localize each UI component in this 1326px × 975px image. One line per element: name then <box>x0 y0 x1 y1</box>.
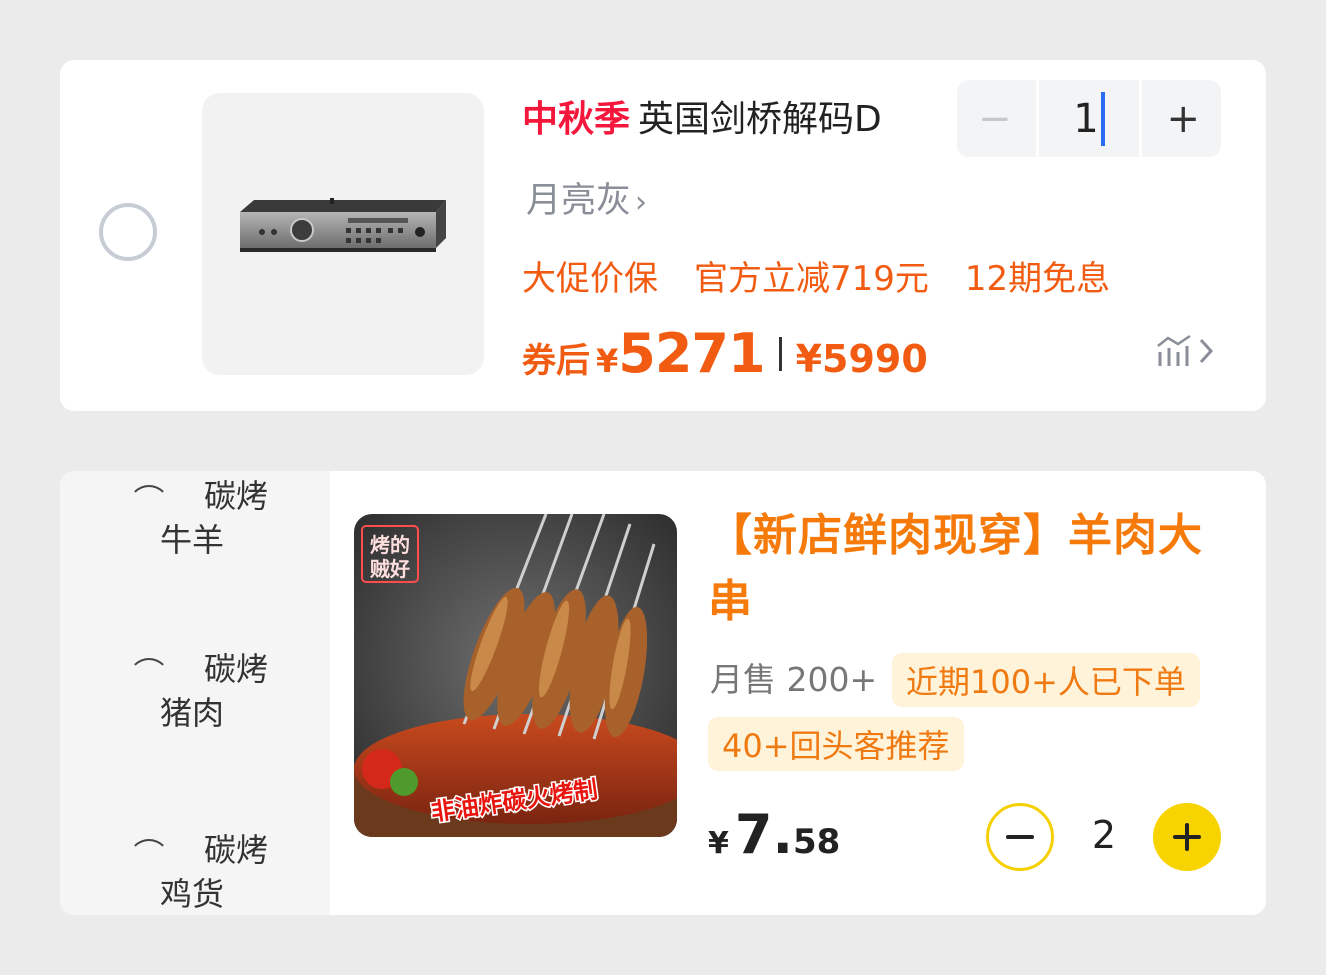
lamb-skewers-illustration: 烤的 贼好 非油炸碳火烤制 <box>354 514 677 837</box>
svg-text:贼好: 贼好 <box>369 557 410 581</box>
currency-symbol: ¥ <box>596 342 619 380</box>
cart-item-card: 中秋季 英国剑桥解码D − 1 + 月亮灰 › 大促价保 官方立减719元 12期免… <box>60 60 1266 411</box>
currency-symbol: ¥ <box>708 826 729 861</box>
repeat-customer-badge: 40+回头客推荐 <box>708 717 964 771</box>
price-trend-button[interactable] <box>1156 334 1214 368</box>
promotion-item: 大促价保 <box>522 259 658 299</box>
promotion-list: 大促价保 官方立减719元 12期免息 <box>522 251 1110 300</box>
category-item[interactable]: 碳烤 猪肉 <box>60 650 330 742</box>
category-sidebar: 碳烤 牛羊 碳烤 猪肉 碳烤 鸡货 <box>60 471 330 915</box>
monthly-sales: 月售 200+ <box>710 660 878 699</box>
category-label-line2: 猪肉 <box>160 694 225 732</box>
quantity-stepper: 2 <box>986 803 1221 871</box>
dac-device-illustration <box>240 198 446 252</box>
price-integer: 7. <box>734 803 793 866</box>
category-label-line1: 碳烤 <box>204 477 269 515</box>
spec-value: 月亮灰 <box>526 181 632 221</box>
product-name: 英国剑桥解码D <box>638 99 882 140</box>
decrease-button[interactable]: − <box>957 80 1032 157</box>
text-caret <box>1100 91 1105 146</box>
category-label-line2: 鸡货 <box>160 875 225 913</box>
promotion-item: 12期免息 <box>964 259 1111 299</box>
increase-button[interactable]: + <box>1146 80 1221 157</box>
category-label-line2: 牛羊 <box>160 521 225 559</box>
svg-text:烤的: 烤的 <box>370 533 410 557</box>
increase-button[interactable] <box>1153 803 1221 871</box>
quantity-value: 2 <box>1091 813 1117 857</box>
promo-tag: 中秋季 <box>522 99 631 140</box>
plus-icon <box>1173 823 1201 851</box>
food-image[interactable]: 烤的 贼好 非油炸碳火烤制 <box>354 514 677 837</box>
product-image[interactable] <box>202 93 484 375</box>
category-item[interactable]: 碳烤 牛羊 <box>60 477 330 569</box>
product-title[interactable]: 中秋季 英国剑桥解码D <box>522 96 942 144</box>
select-checkbox[interactable] <box>99 203 157 261</box>
decrease-button[interactable] <box>986 803 1054 871</box>
food-price: ¥ 7. 58 <box>708 803 840 866</box>
coupon-price: 5271 <box>618 322 765 385</box>
spec-selector[interactable]: 月亮灰 › <box>526 172 647 223</box>
original-price: ¥5990 <box>795 337 928 381</box>
menu-card: 碳烤 牛羊 碳烤 猪肉 碳烤 鸡货 烤的 贼好 非油炸碳火烤制 【新店鲜肉现穿】… <box>60 471 1266 915</box>
chevron-right-icon <box>1199 338 1214 364</box>
chevron-right-icon: › <box>635 185 648 220</box>
quantity-stepper: − 1 + <box>957 80 1221 157</box>
food-title[interactable]: 【新店鲜肉现穿】羊肉大串 <box>708 503 1228 635</box>
quantity-value: 1 <box>1073 95 1099 142</box>
price-decimal: 58 <box>792 822 841 862</box>
category-label-line1: 碳烤 <box>204 831 269 869</box>
category-item[interactable]: 碳烤 鸡货 <box>60 831 330 915</box>
price-divider <box>778 336 782 371</box>
promotion-item: 官方立减719元 <box>694 259 929 299</box>
order-badge: 近期100+人已下单 <box>892 653 1200 707</box>
category-label-line1: 碳烤 <box>204 650 269 688</box>
price-trend-icon <box>1157 334 1191 366</box>
price-label: 券后 <box>522 341 590 381</box>
minus-icon <box>1006 835 1034 839</box>
price-row: 券后 ¥ 5271 ¥5990 <box>522 322 928 385</box>
quantity-input[interactable]: 1 <box>1036 80 1142 157</box>
